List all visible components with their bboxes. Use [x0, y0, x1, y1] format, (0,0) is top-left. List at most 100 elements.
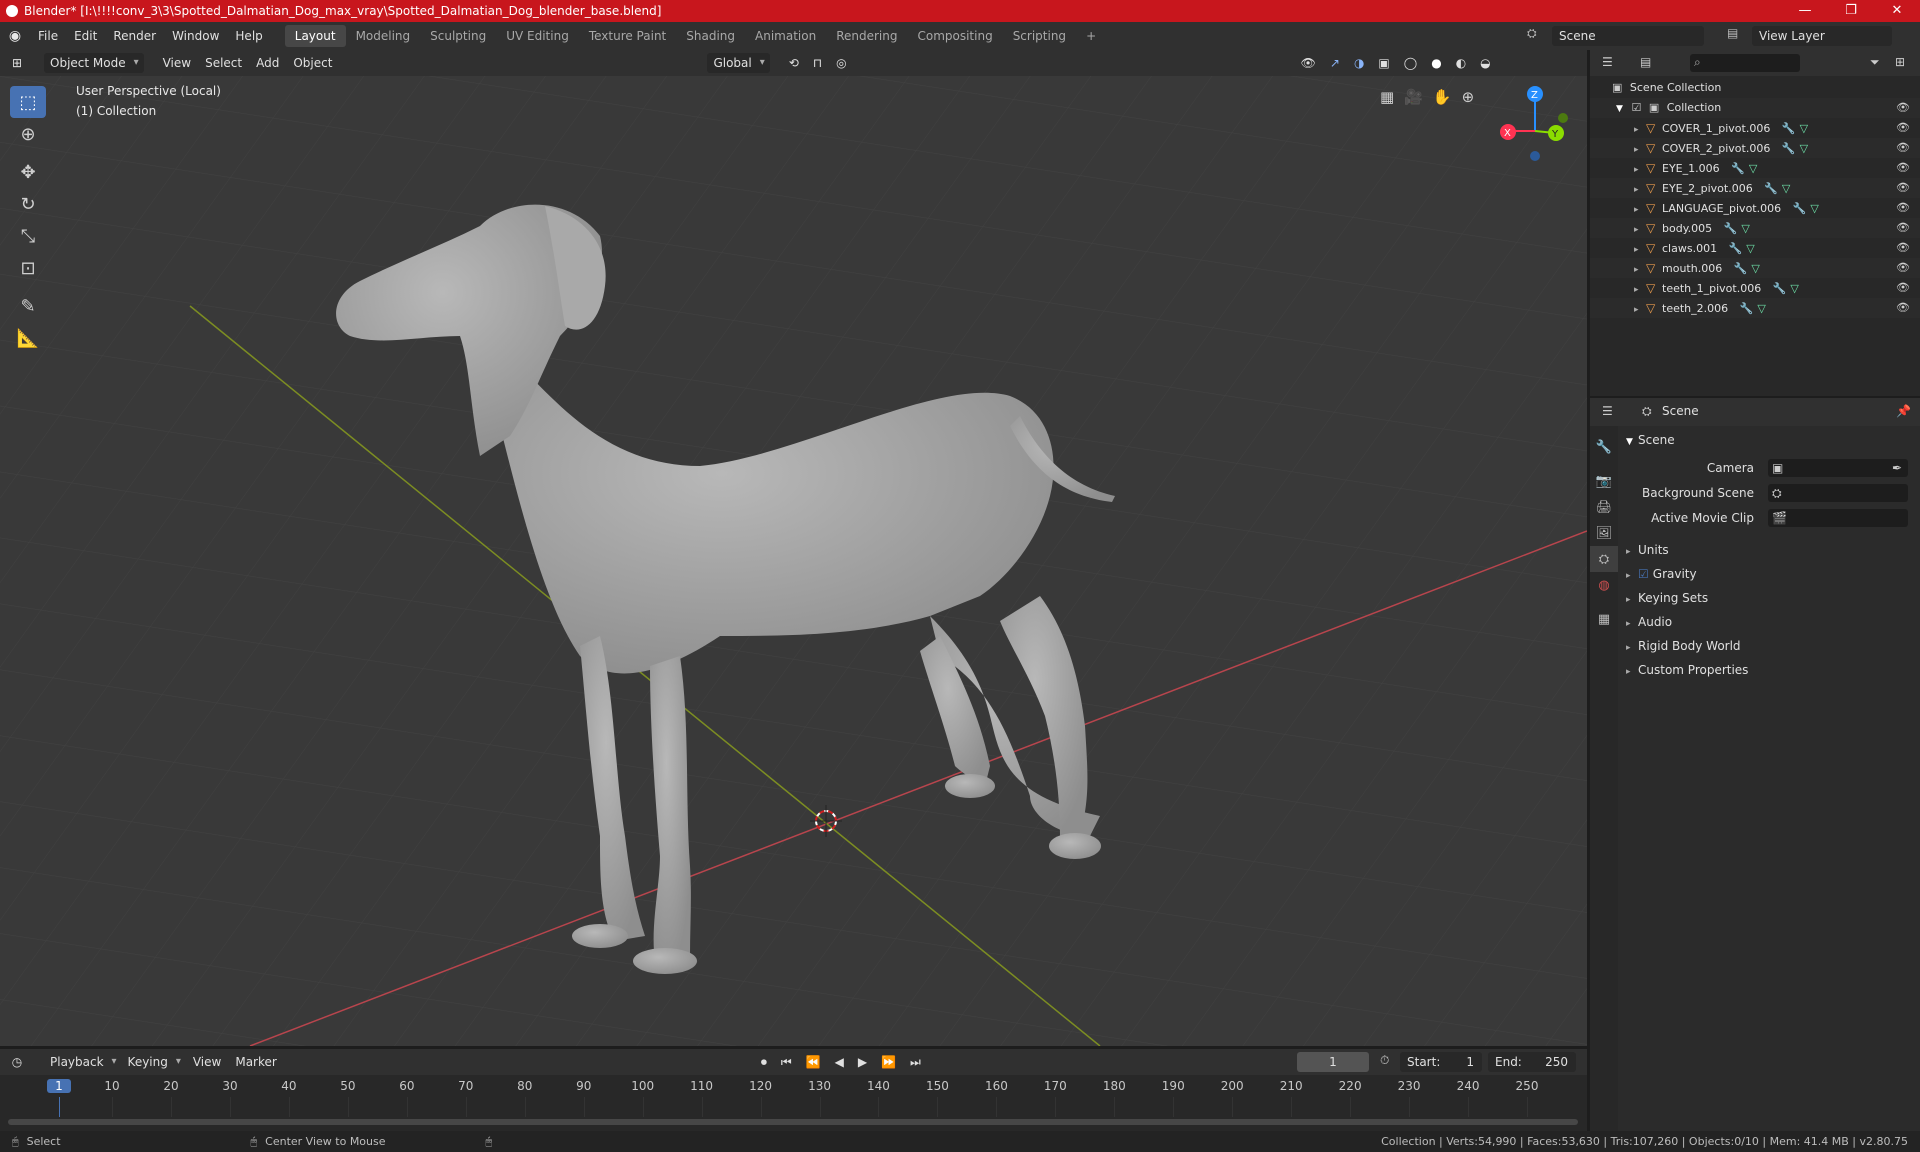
timeline-view-menu[interactable]: View — [186, 1052, 228, 1072]
tab-shading[interactable]: Shading — [676, 25, 745, 47]
snap-icon[interactable]: ⊓ — [806, 53, 829, 73]
keying-menu[interactable]: Keying — [122, 1052, 186, 1072]
expand-icon[interactable]: ▸ — [1634, 280, 1646, 300]
tab-texture-paint[interactable]: Texture Paint — [579, 25, 676, 47]
overlay-toggle-icon[interactable]: ◑ — [1347, 53, 1371, 73]
mesh-data-icon[interactable]: ▽ — [1746, 242, 1754, 255]
mesh-data-icon[interactable]: ▽ — [1810, 202, 1818, 215]
properties-editor-icon[interactable]: ☰ — [1602, 404, 1613, 418]
zoom-icon[interactable]: ⊕ — [1462, 88, 1475, 106]
filter-icon[interactable]: ⏷ — [1870, 55, 1880, 70]
gravity-checkbox[interactable]: ☑ — [1638, 567, 1649, 581]
checkbox-icon[interactable]: ☑ — [1632, 101, 1642, 114]
jump-keyframe-forward-button[interactable]: ⏩ — [874, 1052, 903, 1072]
menu-object[interactable]: Object — [286, 53, 339, 73]
outliner-item[interactable]: ▸ ▽ mouth.006 🔧 ▽ 👁 — [1590, 258, 1920, 278]
visibility-icon[interactable]: 👁 — [1294, 53, 1323, 73]
subpanel-header[interactable]: ▸ Custom Properties — [1618, 658, 1920, 682]
select-box-tool-icon[interactable]: ⬚ — [10, 86, 46, 118]
stopwatch-icon[interactable]: ⏱ — [1380, 1053, 1389, 1068]
tab-animation[interactable]: Animation — [745, 25, 826, 47]
menu-help[interactable]: Help — [227, 22, 270, 50]
modifier-icon[interactable]: 🔧 — [1782, 122, 1796, 135]
menu-add[interactable]: Add — [249, 53, 286, 73]
marker-menu[interactable]: Marker — [228, 1052, 283, 1072]
jump-end-button[interactable]: ⏭ — [903, 1052, 928, 1072]
expand-icon[interactable]: ▸ — [1626, 612, 1638, 636]
tab-scripting[interactable]: Scripting — [1003, 25, 1076, 47]
modifier-icon[interactable]: 🔧 — [1764, 182, 1778, 195]
scene-tab-icon[interactable]: ⛭ — [1590, 546, 1618, 572]
shading-wireframe-icon[interactable]: ◯ — [1397, 53, 1424, 73]
menu-select[interactable]: Select — [198, 53, 249, 73]
view-layer-selector[interactable]: View Layer — [1752, 26, 1892, 46]
tab-rendering[interactable]: Rendering — [826, 25, 907, 47]
eye-icon[interactable]: 👁 — [1896, 258, 1910, 278]
pin-icon[interactable]: 📌 — [1896, 404, 1911, 418]
scale-tool-icon[interactable]: ⤡ — [10, 220, 46, 252]
outliner-scene-collection[interactable]: ▣ Scene Collection — [1590, 78, 1920, 98]
blender-menu-icon[interactable]: ◉ — [0, 28, 30, 44]
mesh-data-icon[interactable]: ▽ — [1741, 222, 1749, 235]
outliner-item[interactable]: ▸ ▽ COVER_1_pivot.006 🔧 ▽ 👁 — [1590, 118, 1920, 138]
tab-layout[interactable]: Layout — [284, 25, 346, 47]
menu-file[interactable]: File — [30, 22, 66, 50]
subpanel-header[interactable]: ▸ Rigid Body World — [1618, 634, 1920, 658]
expand-icon[interactable]: ▸ — [1626, 564, 1638, 588]
outliner-item[interactable]: ▸ ▽ LANGUAGE_pivot.006 🔧 ▽ 👁 — [1590, 198, 1920, 218]
outliner-item[interactable]: ▸ ▽ body.005 🔧 ▽ 👁 — [1590, 218, 1920, 238]
modifier-icon[interactable]: 🔧 — [1793, 202, 1807, 215]
pivot-icon[interactable]: ⟲ — [782, 53, 806, 73]
outliner-item[interactable]: ▸ ▽ teeth_2.006 🔧 ▽ 👁 — [1590, 298, 1920, 318]
expand-icon[interactable]: ▸ — [1626, 540, 1638, 564]
tool-tab-icon[interactable]: 🔧 — [1590, 434, 1618, 460]
collapse-icon[interactable]: ▼ — [1616, 99, 1628, 119]
menu-window[interactable]: Window — [164, 22, 227, 50]
outliner-item[interactable]: ▸ ▽ EYE_2_pivot.006 🔧 ▽ 👁 — [1590, 178, 1920, 198]
close-button[interactable]: ✕ — [1874, 0, 1920, 22]
camera-view-icon[interactable]: 🎥 — [1404, 88, 1423, 106]
tab-uv-editing[interactable]: UV Editing — [496, 25, 579, 47]
rotate-tool-icon[interactable]: ↻ — [10, 188, 46, 220]
outliner-item[interactable]: ▸ ▽ teeth_1_pivot.006 🔧 ▽ 👁 — [1590, 278, 1920, 298]
modifier-icon[interactable]: 🔧 — [1729, 242, 1743, 255]
eye-icon[interactable]: 👁 — [1896, 118, 1910, 138]
eye-icon[interactable]: 👁 — [1896, 98, 1910, 118]
gizmo-toggle-icon[interactable]: ↗ — [1323, 53, 1347, 73]
texture-tab-icon[interactable]: ▦ — [1590, 606, 1618, 632]
output-tab-icon[interactable]: 🖨 — [1590, 494, 1618, 520]
timeline-editor-icon[interactable]: ◷ — [0, 1052, 34, 1072]
minimize-button[interactable]: — — [1782, 0, 1828, 22]
menu-edit[interactable]: Edit — [66, 22, 105, 50]
modifier-icon[interactable]: 🔧 — [1773, 282, 1787, 295]
jump-start-button[interactable]: ⏮ — [774, 1052, 799, 1072]
move-tool-icon[interactable]: ✥ — [10, 156, 46, 188]
mesh-data-icon[interactable]: ▽ — [1749, 162, 1757, 175]
3d-viewport[interactable]: Z X Y User Perspective (Local) (1) Colle… — [0, 76, 1587, 1046]
outliner-item[interactable]: ▸ ▽ claws.001 🔧 ▽ 👁 — [1590, 238, 1920, 258]
playback-menu[interactable]: Playback — [44, 1052, 122, 1072]
maximize-button[interactable]: ❐ — [1828, 0, 1874, 22]
add-workspace-button[interactable]: + — [1076, 25, 1106, 47]
subpanel-header[interactable]: ▸ Units — [1618, 538, 1920, 562]
eye-icon[interactable]: 👁 — [1896, 158, 1910, 178]
expand-icon[interactable]: ▸ — [1626, 660, 1638, 684]
camera-field[interactable] — [1768, 459, 1908, 477]
mesh-data-icon[interactable]: ▽ — [1800, 142, 1808, 155]
mesh-data-icon[interactable]: ▽ — [1800, 122, 1808, 135]
tab-compositing[interactable]: Compositing — [907, 25, 1002, 47]
eye-icon[interactable]: 👁 — [1896, 218, 1910, 238]
outliner-item[interactable]: ▸ ▽ EYE_1.006 🔧 ▽ 👁 — [1590, 158, 1920, 178]
timeline-scrollbar[interactable] — [8, 1119, 1578, 1125]
view-layer-tab-icon[interactable]: 🖼 — [1590, 520, 1618, 546]
timeline[interactable]: 1 10 20 30 40 50 60 70 80 90 100 110 120 130 140 150 160… — [0, 1075, 1587, 1135]
expand-icon[interactable]: ▸ — [1634, 140, 1646, 160]
end-frame-field[interactable]: End: 250 — [1488, 1052, 1576, 1072]
background-scene-field[interactable] — [1768, 484, 1908, 502]
play-button[interactable]: ▶ — [851, 1052, 874, 1072]
shading-material-icon[interactable]: ◐ — [1449, 53, 1473, 73]
shading-solid-icon[interactable]: ● — [1424, 53, 1448, 73]
play-reverse-button[interactable]: ◀ — [828, 1052, 851, 1072]
expand-icon[interactable]: ▸ — [1634, 220, 1646, 240]
jump-keyframe-back-button[interactable]: ⏪ — [799, 1052, 828, 1072]
